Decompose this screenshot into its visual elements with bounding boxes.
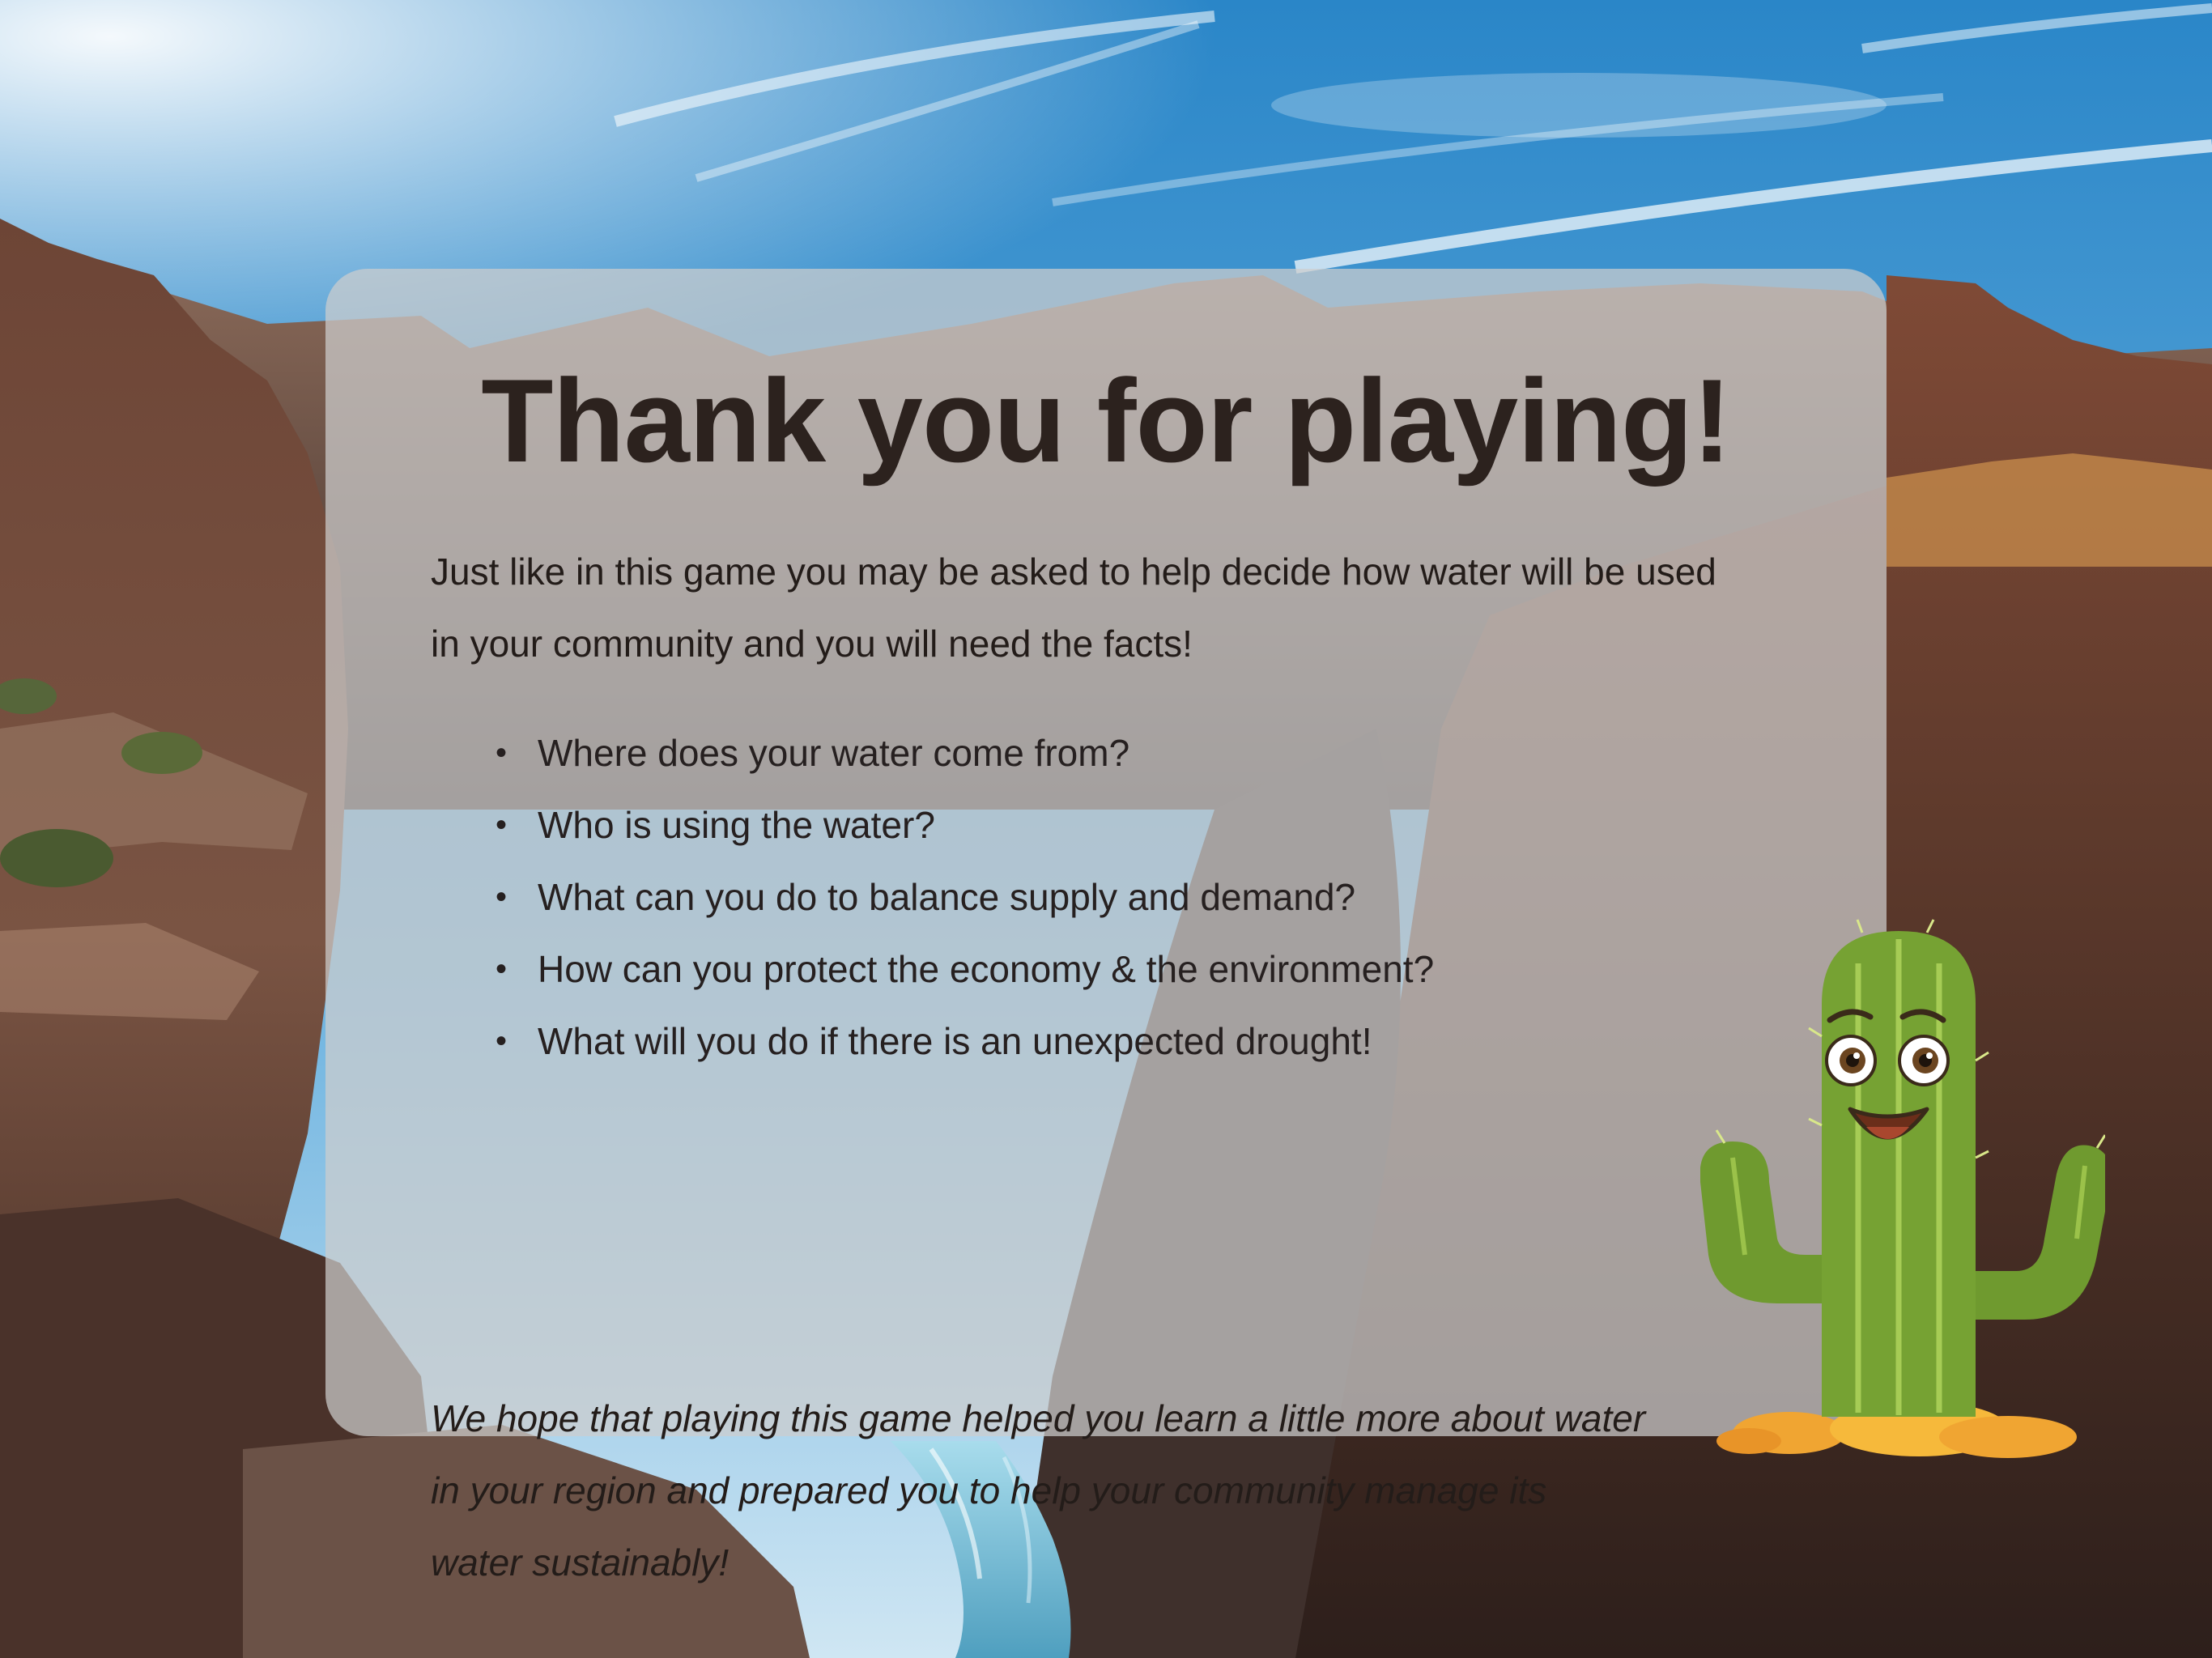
intro-line-2: in your community and you will need the … bbox=[431, 623, 1193, 665]
question-text: Who is using the water? bbox=[538, 804, 935, 846]
closing-line-2: in your region and prepared you to help … bbox=[431, 1469, 1547, 1511]
closing-line-1: We hope that playing this game helped yo… bbox=[431, 1397, 1646, 1439]
thank-you-panel: Thank you for playing! Just like in this… bbox=[325, 269, 1887, 1584]
question-text: What can you do to balance supply and de… bbox=[538, 876, 1356, 918]
bullet-icon: • bbox=[496, 1023, 508, 1059]
list-item: • Who is using the water? bbox=[496, 789, 1914, 861]
bullet-icon: • bbox=[496, 735, 508, 771]
question-list: • Where does your water come from? • Who i… bbox=[431, 717, 1914, 1078]
closing-message: We hope that playing this game helped yo… bbox=[431, 1383, 1807, 1599]
bullet-icon: • bbox=[496, 951, 508, 987]
cactus-mascot-icon bbox=[1691, 915, 2112, 1465]
question-text: Where does your water come from? bbox=[538, 732, 1130, 774]
closing-line-3: water sustainably! bbox=[431, 1541, 730, 1584]
intro-paragraph: Just like in this game you may be asked … bbox=[431, 536, 1807, 680]
intro-line-1: Just like in this game you may be asked … bbox=[431, 551, 1716, 593]
question-text: How can you protect the economy & the en… bbox=[538, 948, 1435, 990]
bullet-icon: • bbox=[496, 807, 508, 843]
list-item: • Where does your water come from? bbox=[496, 717, 1914, 789]
bullet-icon: • bbox=[496, 879, 508, 915]
question-text: What will you do if there is an unexpect… bbox=[538, 1020, 1372, 1062]
page-title: Thank you for playing! bbox=[481, 355, 1732, 487]
